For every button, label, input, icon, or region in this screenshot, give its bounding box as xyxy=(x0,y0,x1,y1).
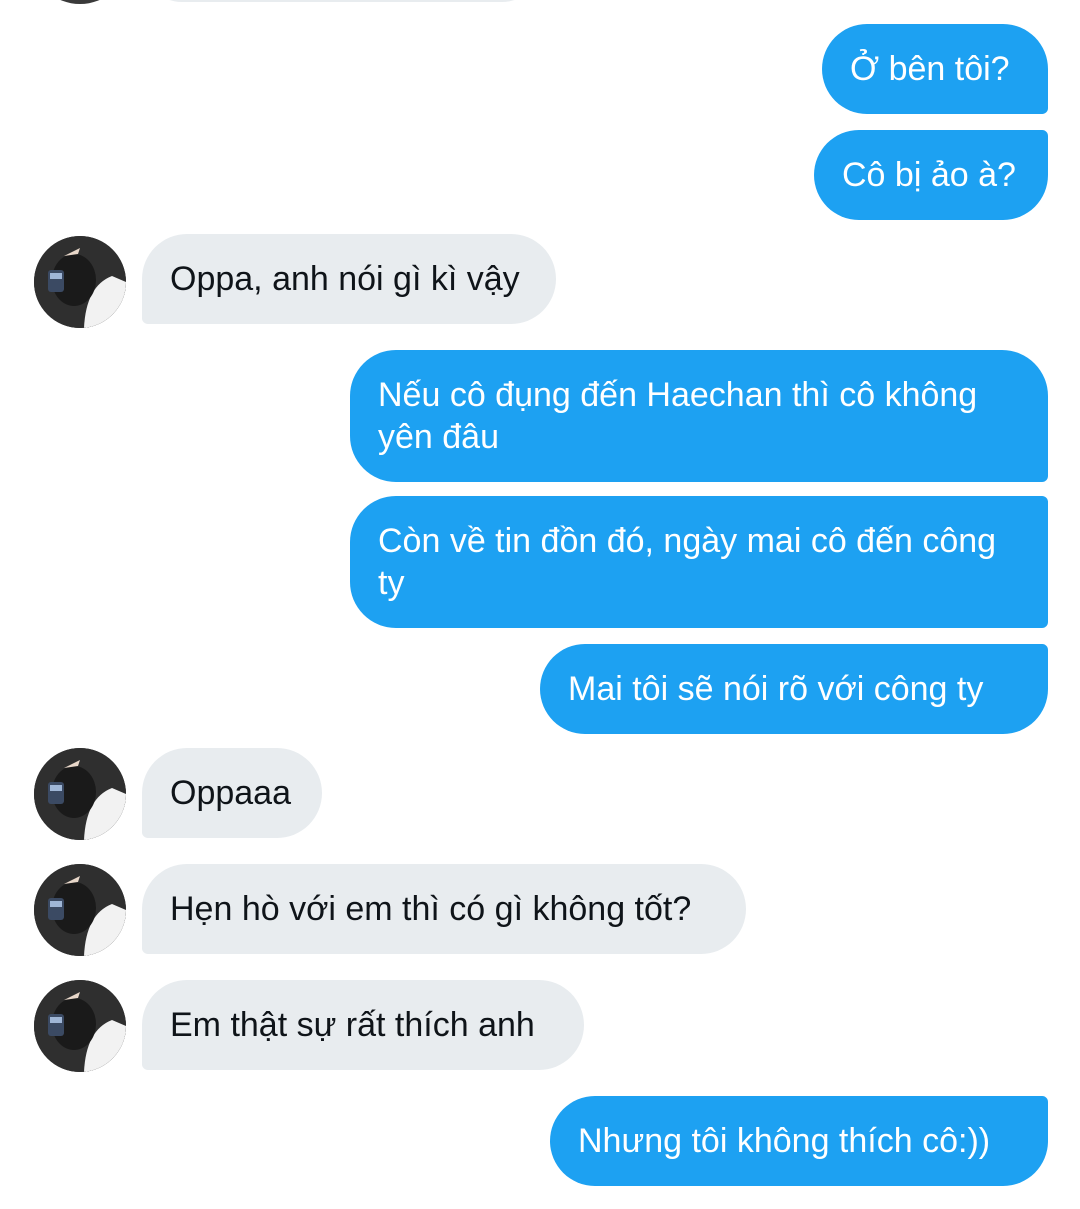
message-text: Oppaaa xyxy=(170,774,291,812)
contact-avatar[interactable] xyxy=(34,980,126,1072)
user-avatar-icon xyxy=(34,980,126,1072)
sent-message-bubble[interactable]: Mai tôi sẽ nói rõ với công ty xyxy=(540,644,1048,734)
message-text: Ở bên tôi? xyxy=(850,50,1010,88)
received-message-bubble[interactable]: Oppa, anh nói gì kì vậy xyxy=(142,234,556,324)
user-avatar-icon xyxy=(34,236,126,328)
user-avatar-icon xyxy=(34,864,126,956)
sent-message-bubble[interactable]: Ở bên tôi? xyxy=(822,24,1048,114)
received-message-bubble[interactable]: Em thật sự rất thích anh xyxy=(142,980,584,1070)
received-message-bubble[interactable]: Hẹn hò với em thì có gì không tốt? xyxy=(142,864,746,954)
message-text: Em thật sự rất thích anh xyxy=(170,1006,535,1044)
message-text: Cô bị ảo à? xyxy=(842,156,1016,194)
message-text: Hẹn hò với em thì có gì không tốt? xyxy=(170,890,692,928)
received-message-bubble[interactable]: Oppaaa xyxy=(142,748,322,838)
sent-message-bubble[interactable]: Cô bị ảo à? xyxy=(814,130,1048,220)
message-bubble-partial xyxy=(142,0,542,2)
user-avatar-icon xyxy=(34,748,126,840)
message-text: Nhưng tôi không thích cô:)) xyxy=(578,1122,991,1160)
contact-avatar[interactable] xyxy=(34,864,126,956)
message-text: Còn về tin đồn đó, ngày mai cô đến công … xyxy=(378,522,997,602)
message-text: Mai tôi sẽ nói rõ với công ty xyxy=(568,670,984,708)
contact-avatar[interactable] xyxy=(34,236,126,328)
avatar-partial xyxy=(34,0,126,4)
sent-message-bubble[interactable]: Còn về tin đồn đó, ngày mai cô đến công … xyxy=(350,496,1048,628)
sent-message-bubble[interactable]: Nếu cô đụng đến Haechan thì cô không yên… xyxy=(350,350,1048,482)
message-text: Oppa, anh nói gì kì vậy xyxy=(170,260,520,298)
message-text: Nếu cô đụng đến Haechan thì cô không yên… xyxy=(378,376,978,456)
contact-avatar[interactable] xyxy=(34,748,126,840)
message-thread[interactable]: Ở bên tôi? Cô bị ảo à? Oppa, anh nói gì … xyxy=(0,0,1080,1209)
sent-message-bubble[interactable]: Nhưng tôi không thích cô:)) xyxy=(550,1096,1048,1186)
